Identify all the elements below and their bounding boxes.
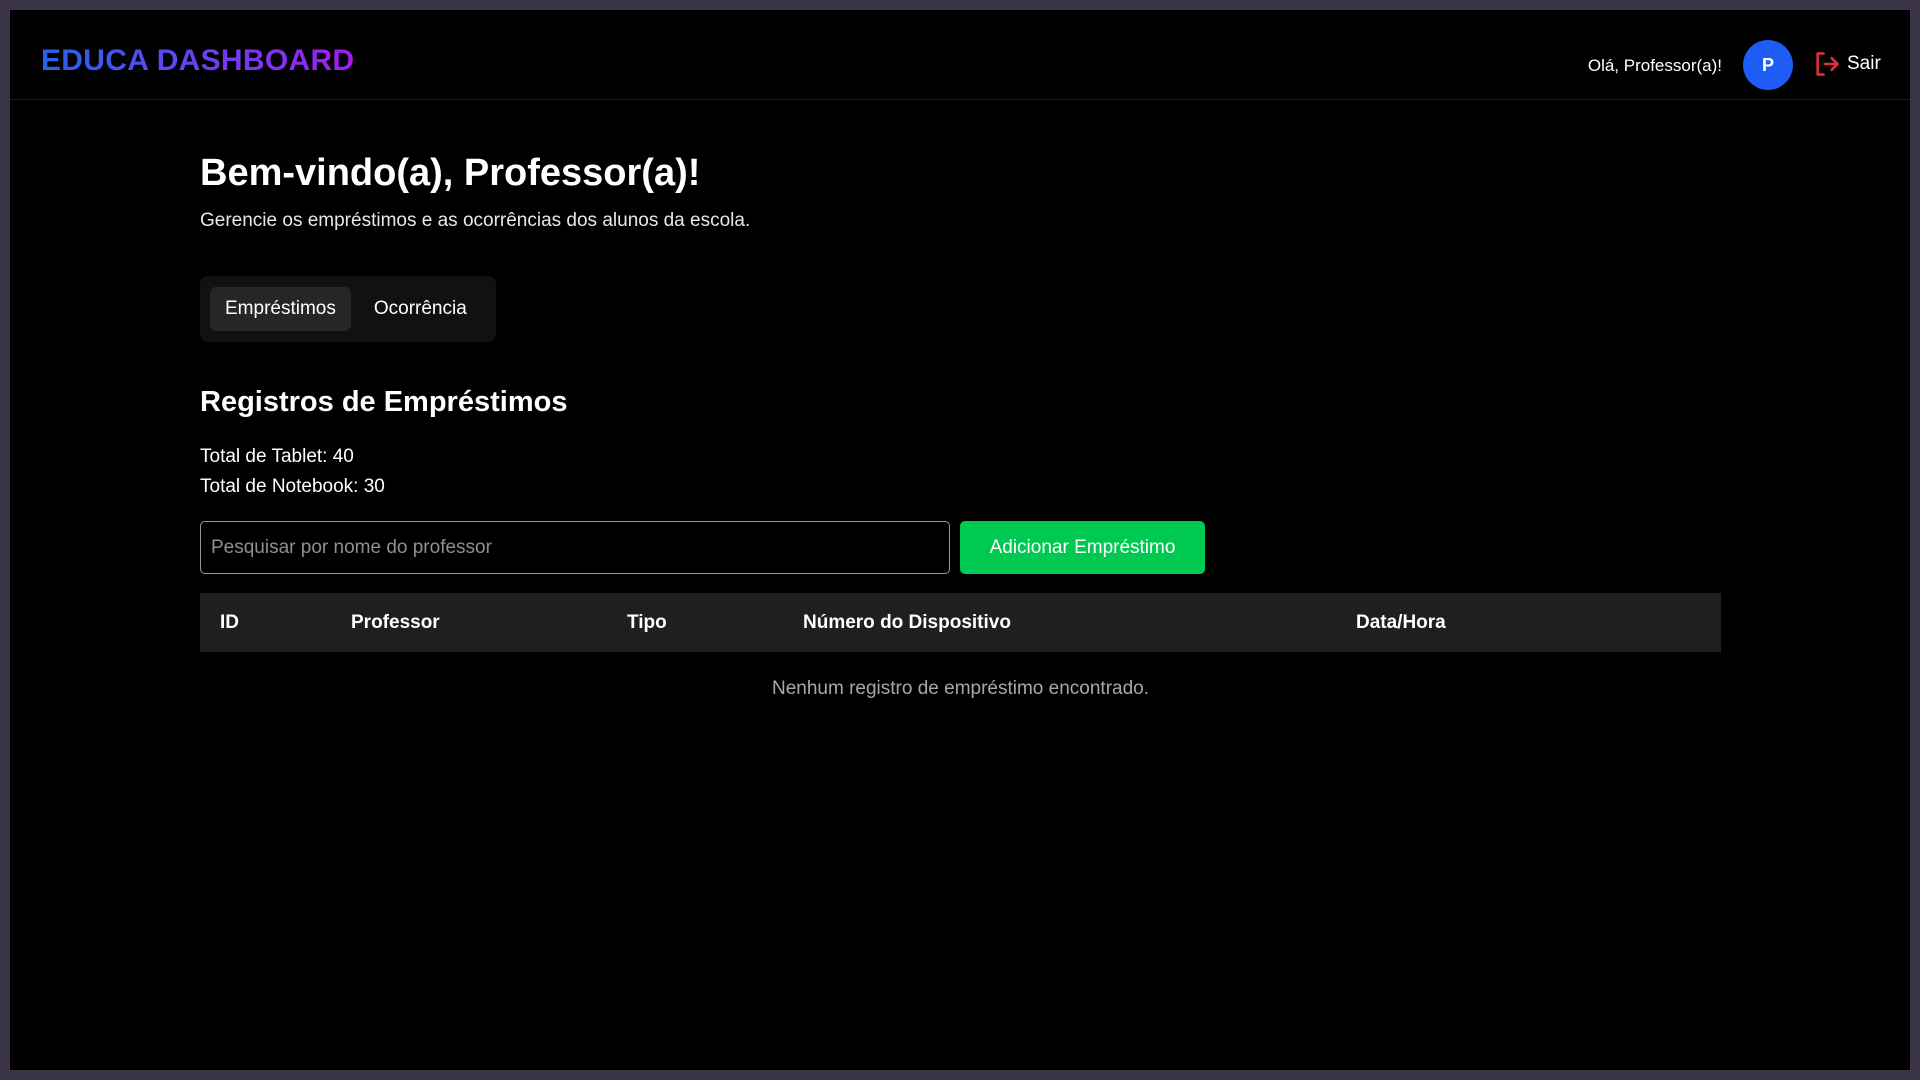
logout-button[interactable]: Sair (1813, 50, 1881, 78)
loans-table: ID Professor Tipo Número do Dispositivo … (200, 593, 1721, 700)
logout-label: Sair (1847, 53, 1881, 74)
tab-ocorrencia[interactable]: Ocorrência (359, 287, 482, 331)
empty-state-message: Nenhum registro de empréstimo encontrado… (771, 678, 1150, 699)
table-header: ID Professor Tipo Número do Dispositivo … (200, 593, 1721, 652)
column-header-professor[interactable]: Professor (351, 612, 440, 634)
top-navbar: EDUCA DASHBOARD Olá, Professor(a)! P Sai… (10, 10, 1910, 100)
app-window: EDUCA DASHBOARD Olá, Professor(a)! P Sai… (10, 10, 1910, 1070)
search-input[interactable] (200, 521, 950, 574)
tab-emprestimos[interactable]: Empréstimos (210, 287, 351, 331)
column-header-numero-dispositivo[interactable]: Número do Dispositivo (803, 612, 1011, 634)
total-notebook: Total de Notebook: 30 (200, 476, 385, 497)
page-subtitle: Gerencie os empréstimos e as ocorrências… (200, 210, 751, 231)
column-header-data-hora[interactable]: Data/Hora (1356, 612, 1446, 634)
user-greeting: Olá, Professor(a)! (1587, 56, 1722, 75)
total-tablet: Total de Tablet: 40 (200, 446, 354, 467)
brand-logo[interactable]: EDUCA DASHBOARD (41, 44, 354, 78)
avatar[interactable]: P (1743, 40, 1793, 90)
page-title: Bem-vindo(a), Professor(a)! (200, 152, 701, 194)
tab-bar: Empréstimos Ocorrência (200, 276, 496, 342)
logout-icon (1816, 52, 1839, 76)
add-loan-button[interactable]: Adicionar Empréstimo (960, 521, 1205, 574)
section-title: Registros de Empréstimos (200, 386, 568, 418)
column-header-id[interactable]: ID (220, 612, 239, 634)
column-header-tipo[interactable]: Tipo (627, 612, 667, 634)
